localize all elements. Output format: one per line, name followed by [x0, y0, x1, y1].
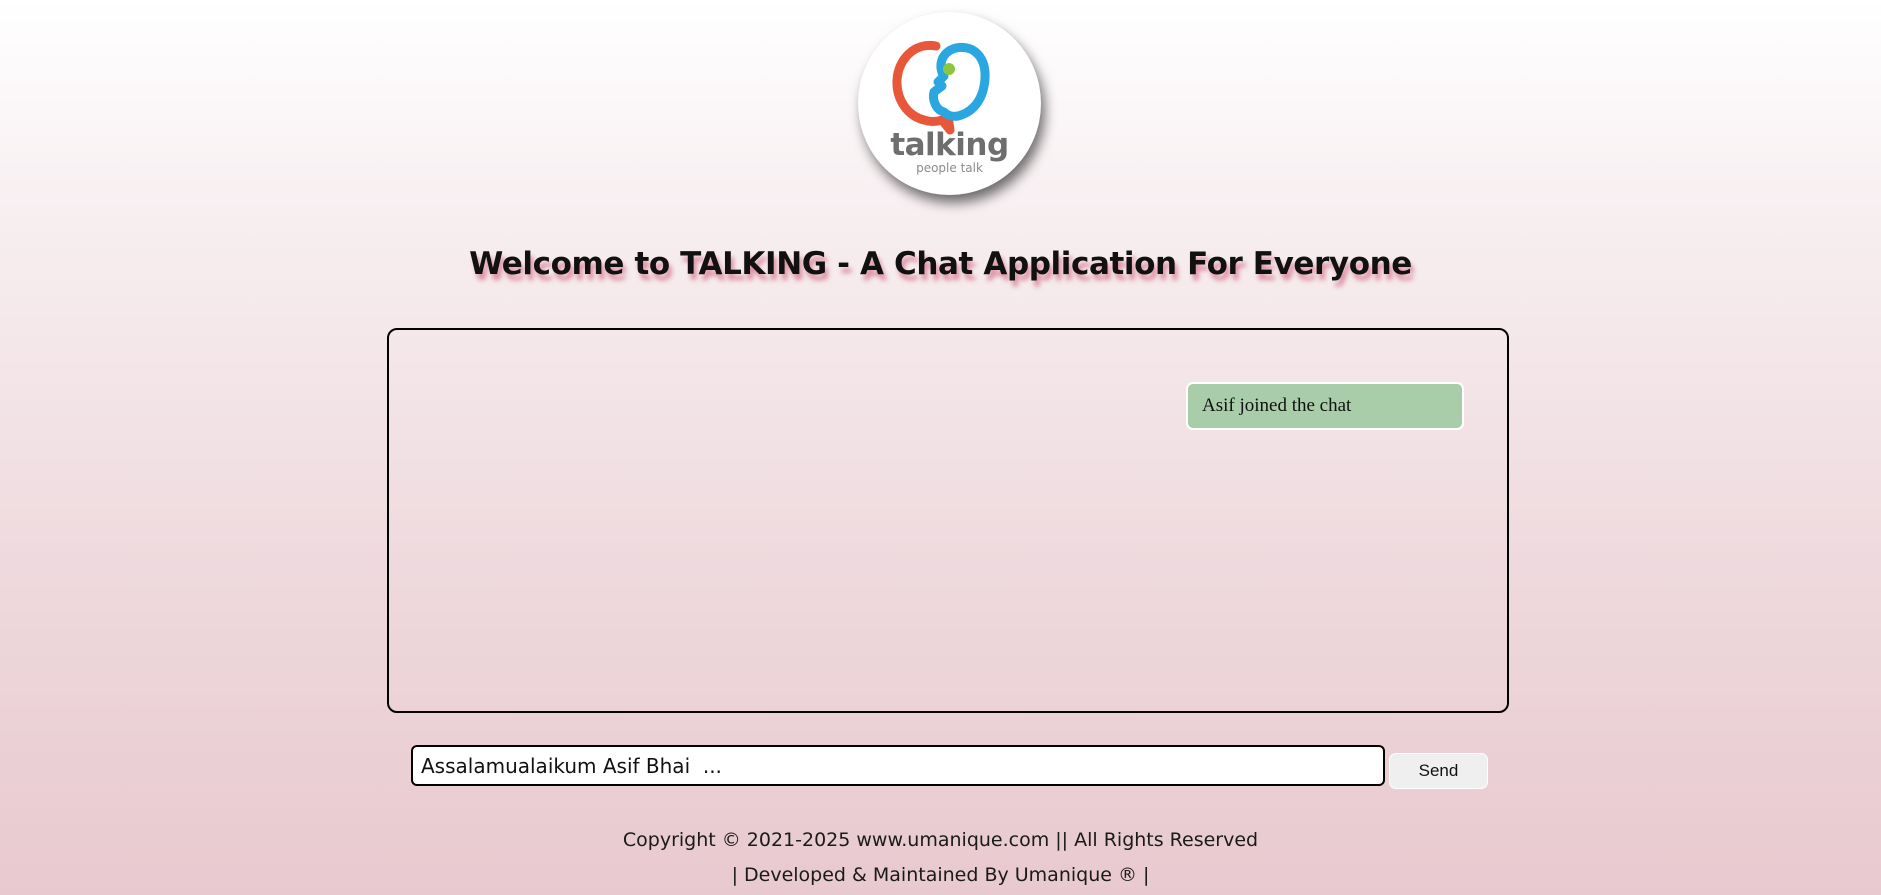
logo-tagline: people talk	[916, 161, 983, 175]
footer-copyright: Copyright © 2021-2025 www.umanique.com |…	[622, 829, 1259, 851]
message-input[interactable]	[411, 745, 1385, 786]
logo-wordmark: talking	[890, 127, 1009, 163]
page-title: Welcome to TALKING - A Chat Application …	[469, 246, 1412, 282]
footer-developer: | Developed & Maintained By Umanique ® |	[731, 864, 1150, 886]
app-logo: talking people talk	[858, 12, 1041, 195]
send-button[interactable]: Send	[1389, 753, 1488, 789]
chat-messages-panel[interactable]: Asif joined the chat	[387, 328, 1509, 713]
system-message-joined: Asif joined the chat	[1186, 382, 1464, 430]
